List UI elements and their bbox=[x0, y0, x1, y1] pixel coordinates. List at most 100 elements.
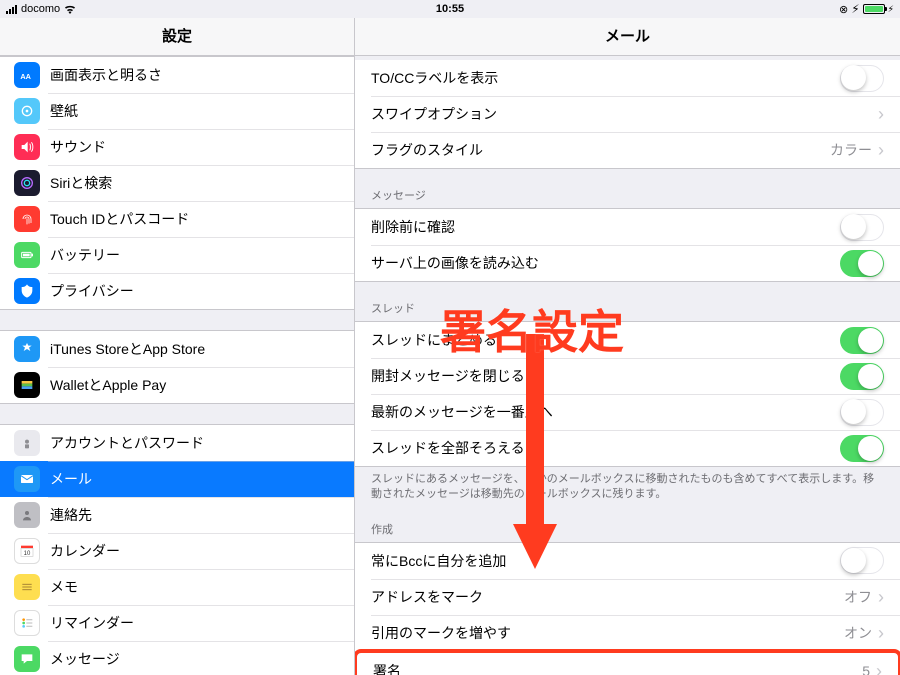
charging-icon: ⚡︎ bbox=[888, 4, 894, 15]
sidebar-item-reminders[interactable]: リマインダー bbox=[0, 605, 354, 641]
sidebar-scroll[interactable]: AA 画面表示と明るさ壁紙サウンド Siriと検索 Touch IDとパスコードバッテ… bbox=[0, 56, 354, 675]
sidebar-item-label: バッテリー bbox=[50, 245, 340, 265]
sidebar-item-label: サウンド bbox=[50, 137, 340, 157]
sidebar-item-label: 画面表示と明るさ bbox=[50, 65, 340, 85]
wallet-icon bbox=[14, 372, 40, 398]
sidebar-item-sound[interactable]: サウンド bbox=[0, 129, 354, 165]
setting-row[interactable]: スワイプオプション› bbox=[355, 96, 900, 132]
sidebar-item-label: プライバシー bbox=[50, 281, 340, 301]
toggle-switch[interactable] bbox=[840, 250, 884, 277]
setting-row[interactable]: サーバ上の画像を読み込む bbox=[355, 245, 900, 281]
calendar-icon: 10 bbox=[14, 538, 40, 564]
messages-icon bbox=[14, 646, 40, 672]
setting-row[interactable]: アドレスをマークオフ › bbox=[355, 579, 900, 615]
setting-label: スワイプオプション bbox=[371, 104, 878, 124]
sound-icon bbox=[14, 134, 40, 160]
sidebar-title: 設定 bbox=[0, 18, 354, 56]
sidebar-item-messages[interactable]: メッセージ bbox=[0, 641, 354, 675]
sidebar-item-accounts[interactable]: アカウントとパスワード bbox=[0, 425, 354, 461]
carrier-label: docomo bbox=[21, 3, 60, 15]
sidebar-item-label: 壁紙 bbox=[50, 101, 340, 121]
toggle-switch[interactable] bbox=[840, 363, 884, 390]
setting-row[interactable]: 常にBccに自分を追加 bbox=[355, 543, 900, 579]
detail-pane: メール TO/CCラベルを表示スワイプオプション›フラグのスタイルカラー›メッセ… bbox=[355, 18, 900, 675]
sidebar-item-label: リマインダー bbox=[50, 613, 340, 633]
sidebar-item-wallet[interactable]: WalletとApple Pay bbox=[0, 367, 354, 403]
touchid-icon bbox=[14, 206, 40, 232]
highlight-box: 署名5› bbox=[355, 649, 900, 675]
toggle-switch[interactable] bbox=[840, 327, 884, 354]
toggle-switch[interactable] bbox=[840, 547, 884, 574]
setting-label: スレッドを全部そろえる bbox=[371, 438, 840, 458]
chevron-right-icon: › bbox=[878, 141, 884, 159]
sidebar-item-display[interactable]: AA 画面表示と明るさ bbox=[0, 57, 354, 93]
sidebar-item-label: Siriと検索 bbox=[50, 173, 340, 193]
setting-row[interactable]: 開封メッセージを閉じる bbox=[355, 358, 900, 394]
accounts-icon bbox=[14, 430, 40, 456]
setting-label: 開封メッセージを閉じる bbox=[371, 366, 840, 386]
mail-icon bbox=[14, 466, 40, 492]
sidebar-item-calendar[interactable]: 10 カレンダー bbox=[0, 533, 354, 569]
setting-label: TO/CCラベルを表示 bbox=[371, 68, 840, 88]
sidebar-item-wallpaper[interactable]: 壁紙 bbox=[0, 93, 354, 129]
svg-text:AA: AA bbox=[20, 72, 31, 81]
detail-scroll[interactable]: TO/CCラベルを表示スワイプオプション›フラグのスタイルカラー›メッセージ削除… bbox=[355, 56, 900, 675]
status-bar: docomo 10:55 ⊗ ⚡︎ ⚡︎ bbox=[0, 0, 900, 18]
signal-icon bbox=[6, 5, 17, 14]
setting-row[interactable]: スレッドを全部そろえる bbox=[355, 430, 900, 466]
setting-label: 引用のマークを増やす bbox=[371, 623, 844, 643]
battery-icon bbox=[863, 4, 885, 14]
contacts-icon bbox=[14, 502, 40, 528]
bluetooth-icon: ⚡︎ bbox=[851, 2, 859, 16]
notes-icon bbox=[14, 574, 40, 600]
sidebar-item-label: WalletとApple Pay bbox=[50, 375, 340, 395]
reminders-icon bbox=[14, 610, 40, 636]
setting-row[interactable]: スレッドにまとめる bbox=[355, 322, 900, 358]
setting-row[interactable]: 署名5› bbox=[357, 653, 898, 675]
setting-label: 最新のメッセージを一番上へ bbox=[371, 402, 840, 422]
setting-label: アドレスをマーク bbox=[371, 587, 844, 607]
sidebar-item-battery[interactable]: バッテリー bbox=[0, 237, 354, 273]
sidebar-item-label: 連絡先 bbox=[50, 505, 340, 525]
setting-row[interactable]: 引用のマークを増やすオン› bbox=[355, 615, 900, 651]
status-time: 10:55 bbox=[302, 3, 598, 15]
sidebar-item-touchid[interactable]: Touch IDとパスコード bbox=[0, 201, 354, 237]
sidebar-item-label: カレンダー bbox=[50, 541, 340, 561]
setting-label: フラグのスタイル bbox=[371, 140, 830, 160]
sidebar-item-label: メール bbox=[50, 469, 340, 489]
setting-row[interactable]: TO/CCラベルを表示 bbox=[355, 60, 900, 96]
setting-value: オフ bbox=[844, 587, 872, 607]
toggle-switch[interactable] bbox=[840, 435, 884, 462]
battery-icon bbox=[14, 242, 40, 268]
sidebar-item-notes[interactable]: メモ bbox=[0, 569, 354, 605]
sidebar-item-privacy[interactable]: プライバシー bbox=[0, 273, 354, 309]
toggle-switch[interactable] bbox=[840, 399, 884, 426]
detail-title: メール bbox=[355, 18, 900, 56]
chevron-right-icon: › bbox=[876, 662, 882, 675]
appstore-icon bbox=[14, 336, 40, 362]
toggle-switch[interactable] bbox=[840, 65, 884, 92]
sidebar-item-mail[interactable]: メール bbox=[0, 461, 354, 497]
privacy-icon bbox=[14, 278, 40, 304]
setting-value: オン bbox=[844, 623, 872, 643]
setting-label: 常にBccに自分を追加 bbox=[371, 551, 840, 571]
setting-row[interactable]: フラグのスタイルカラー › bbox=[355, 132, 900, 168]
sidebar-item-label: メモ bbox=[50, 577, 340, 597]
sidebar-item-siri[interactable]: Siriと検索 bbox=[0, 165, 354, 201]
sidebar-item-label: iTunes StoreとApp Store bbox=[50, 339, 340, 359]
status-left: docomo bbox=[6, 3, 302, 15]
sidebar-item-label: Touch IDとパスコード bbox=[50, 209, 340, 229]
setting-row[interactable]: 最新のメッセージを一番上へ bbox=[355, 394, 900, 430]
chevron-right-icon: › bbox=[878, 588, 884, 606]
wallpaper-icon bbox=[14, 98, 40, 124]
setting-value: カラー bbox=[830, 140, 872, 160]
toggle-switch[interactable] bbox=[840, 214, 884, 241]
sidebar-item-appstore[interactable]: iTunes StoreとApp Store bbox=[0, 331, 354, 367]
status-right: ⊗ ⚡︎ ⚡︎ bbox=[598, 2, 894, 16]
sidebar-item-label: アカウントとパスワード bbox=[50, 433, 340, 453]
sidebar-item-contacts[interactable]: 連絡先 bbox=[0, 497, 354, 533]
section-header: メッセージ bbox=[355, 169, 900, 208]
section-footer: スレッドにあるメッセージを、ほかのメールボックスに移動されたものも含めてすべて表… bbox=[355, 467, 900, 503]
setting-row[interactable]: 削除前に確認 bbox=[355, 209, 900, 245]
section-header: 作成 bbox=[355, 503, 900, 542]
